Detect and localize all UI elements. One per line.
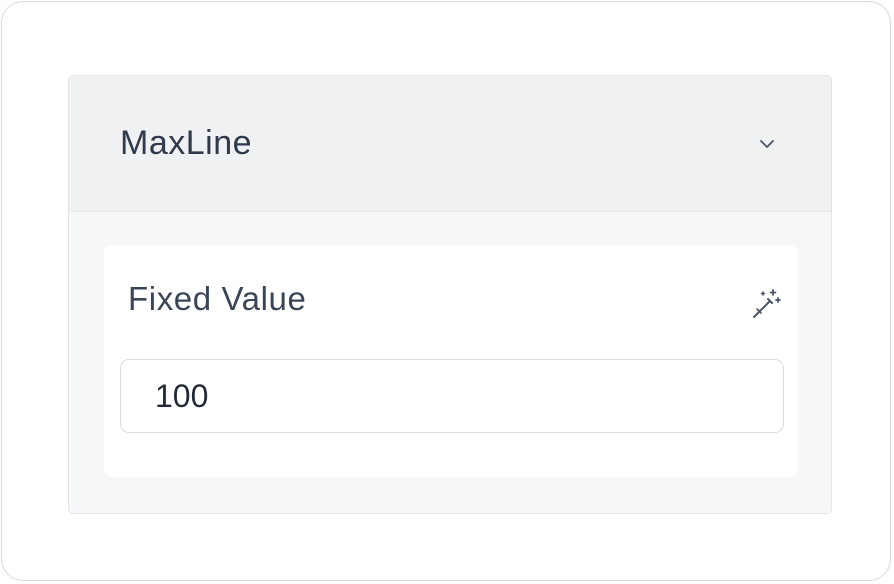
panel-header[interactable]: MaxLine	[69, 76, 831, 212]
fixed-value-card: Fixed Value	[104, 245, 798, 477]
chevron-down-icon[interactable]	[755, 132, 779, 156]
maxline-panel: MaxLine Fixed Value	[68, 75, 832, 514]
magic-wand-icon[interactable]	[749, 287, 783, 321]
fixed-value-input[interactable]	[120, 359, 784, 433]
widget-frame: MaxLine Fixed Value	[1, 1, 891, 581]
panel-title: MaxLine	[120, 124, 253, 162]
fixed-value-label: Fixed Value	[128, 280, 307, 317]
